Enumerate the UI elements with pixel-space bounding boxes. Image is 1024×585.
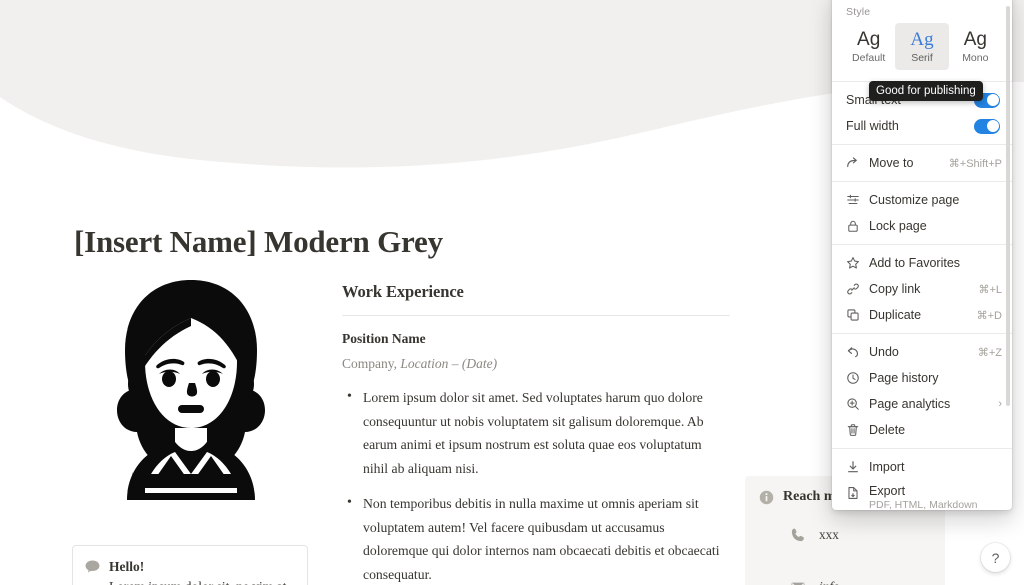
meta-location: Location — [400, 356, 449, 371]
style-section-label: Style — [846, 6, 871, 18]
arrow-move-icon — [847, 157, 857, 168]
toggle-knob — [986, 94, 999, 106]
position-meta: Company, Location – (Date) — [342, 356, 730, 372]
menu-item-undo[interactable]: Undo ⌘+Z — [832, 339, 1012, 365]
hello-callout[interactable]: Hello! Lorem ipsum dolor sit, ne vim at — [72, 545, 308, 585]
menu-scroll-area[interactable]: Style Ag Default Ag Serif Ag Mono Small … — [832, 0, 1012, 510]
heading-divider — [342, 315, 730, 316]
speech-bubble-icon — [85, 560, 100, 573]
meta-date: – (Date) — [448, 356, 498, 371]
menu-item-label: Lock page — [869, 219, 927, 233]
link-icon — [847, 283, 859, 295]
full-width-row[interactable]: Full width — [832, 113, 1012, 139]
menu-item-shortcut: ⌘+Z — [977, 346, 1002, 359]
work-experience-section: Work Experience Position Name Company, L… — [342, 282, 730, 585]
menu-item-copy-link[interactable]: Copy link ⌘+L — [832, 276, 1012, 302]
menu-item-label: Export — [869, 484, 906, 498]
list-item: Lorem ipsum dolor sit amet. Sed voluptat… — [342, 385, 730, 480]
style-option-mono[interactable]: Ag Mono — [949, 23, 1002, 70]
menu-divider — [832, 244, 1012, 245]
meta-company: Company, — [342, 356, 401, 371]
style-option-label: Default — [852, 52, 886, 64]
menu-item-export[interactable]: Export PDF, HTML, Markdown — [832, 480, 1012, 510]
info-icon — [759, 490, 774, 504]
duplicate-icon — [847, 309, 859, 321]
menu-item-label: Page history — [869, 371, 939, 385]
menu-item-label: Page analytics — [869, 397, 951, 411]
contact-phone-text: xxx — [819, 527, 839, 542]
menu-item-label: Add to Favorites — [869, 256, 961, 270]
app-root: [Insert Name] Modern Grey Hello! Work Ex… — [0, 0, 1024, 585]
style-option-label: Serif — [911, 52, 933, 64]
page-title: [Insert Name] Modern Grey — [74, 224, 443, 259]
menu-divider — [832, 181, 1012, 182]
avatar-illustration-icon — [117, 280, 265, 500]
clock-icon — [847, 372, 859, 384]
contact-email-row: info — [745, 577, 945, 585]
menu-item-label: Customize page — [869, 193, 960, 207]
contact-email-text: info — [819, 577, 840, 585]
work-bullet-list: Lorem ipsum dolor sit amet. Sed voluptat… — [342, 385, 730, 585]
style-option-default[interactable]: Ag Default — [842, 23, 895, 70]
full-width-toggle[interactable] — [974, 118, 1000, 134]
menu-item-shortcut: ⌘+Shift+P — [948, 157, 1002, 170]
envelope-icon — [791, 582, 805, 585]
trash-icon — [847, 424, 859, 436]
menu-item-label: Import — [869, 460, 905, 474]
style-option-label: Mono — [962, 52, 989, 64]
menu-divider — [832, 144, 1012, 145]
star-icon — [847, 257, 859, 269]
menu-item-shortcut: ⌘+L — [978, 283, 1002, 296]
style-glyph: Ag — [910, 29, 934, 50]
lock-icon — [848, 220, 858, 232]
menu-item-sublabel: PDF, HTML, Markdown — [869, 499, 978, 510]
menu-item-add-to-favorites[interactable]: Add to Favorites — [832, 250, 1012, 276]
toggle-knob — [986, 120, 999, 132]
menu-item-customize-page[interactable]: Customize page — [832, 187, 1012, 213]
menu-item-lock-page[interactable]: Lock page — [832, 213, 1012, 239]
menu-item-shortcut: ⌘+D — [976, 309, 1002, 322]
chevron-right-icon: › — [998, 398, 1002, 410]
work-experience-heading: Work Experience — [342, 282, 464, 301]
avatar — [105, 278, 277, 500]
menu-item-delete[interactable]: Delete — [832, 417, 1012, 443]
contact-phone-row: xxx — [745, 525, 945, 545]
position-name: Position Name — [342, 331, 426, 346]
style-options-row[interactable]: Ag Default Ag Serif Ag Mono — [832, 23, 1012, 76]
menu-item-duplicate[interactable]: Duplicate ⌘+D — [832, 302, 1012, 328]
style-glyph: Ag — [857, 29, 881, 50]
style-option-serif[interactable]: Ag Serif — [895, 23, 949, 70]
menu-item-move-to[interactable]: Move to ⌘+Shift+P — [832, 150, 1012, 176]
menu-item-label: Copy link — [869, 282, 921, 296]
full-width-label: Full width — [846, 119, 899, 133]
menu-item-page-history[interactable]: Page history — [832, 365, 1012, 391]
page-options-menu[interactable]: Style Ag Default Ag Serif Ag Mono Small … — [832, 0, 1012, 510]
phone-icon — [791, 528, 804, 542]
tooltip: Good for publishing — [869, 81, 983, 101]
sliders-icon — [847, 194, 859, 205]
list-item: Non temporibus debitis in nulla maxime u… — [342, 491, 730, 585]
menu-item-label: Delete — [869, 423, 906, 437]
import-icon — [848, 461, 858, 473]
undo-icon — [847, 347, 859, 358]
callout-body: Lorem ipsum dolor sit, ne vim at — [109, 577, 286, 585]
menu-divider — [832, 448, 1012, 449]
menu-divider — [832, 333, 1012, 334]
menu-item-label: Duplicate — [869, 308, 922, 322]
callout-title: Hello! — [109, 559, 145, 574]
style-glyph: Ag — [963, 29, 987, 50]
menu-item-page-analytics[interactable]: Page analytics › — [832, 391, 1012, 417]
menu-item-import[interactable]: Import — [832, 454, 1012, 480]
menu-scrollbar[interactable] — [1006, 6, 1010, 406]
help-button[interactable]: ? — [981, 543, 1010, 572]
menu-item-label: Move to — [869, 156, 914, 170]
menu-item-label: Undo — [869, 345, 899, 359]
export-icon — [848, 487, 858, 499]
zoom-icon — [847, 398, 859, 410]
